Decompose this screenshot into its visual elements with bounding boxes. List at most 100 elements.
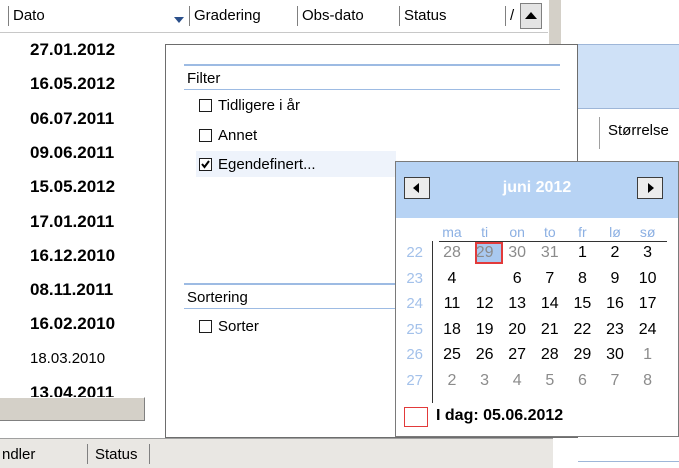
calendar-day[interactable]: 26 (472, 346, 498, 364)
next-month-button[interactable] (637, 177, 663, 199)
column-header-gradering[interactable]: Gradering (189, 6, 261, 26)
checkbox-checked[interactable] (199, 157, 212, 171)
calendar-day[interactable]: 10 (635, 270, 661, 288)
date-row[interactable]: 06.07.2011 (30, 108, 114, 130)
weekday-label: lø (609, 224, 621, 240)
column-header-dato[interactable]: Dato (8, 6, 45, 26)
calendar-day[interactable]: 22 (569, 321, 595, 339)
checkmark-icon (201, 159, 210, 169)
right-panel-divider (578, 108, 679, 109)
calendar-day[interactable]: 3 (635, 244, 661, 262)
calendar-day[interactable]: 20 (504, 321, 530, 339)
today-marker[interactable] (404, 407, 428, 427)
filter-option-tidligere[interactable]: Tidligere i år (199, 95, 300, 115)
date-row[interactable]: 16.12.2010 (30, 245, 115, 267)
checkbox[interactable] (199, 128, 212, 142)
chevron-right-icon (648, 183, 654, 193)
right-panel-blank (578, 0, 679, 44)
calendar-day[interactable]: 9 (602, 270, 628, 288)
checkbox[interactable] (199, 319, 212, 333)
sorting-title: Sortering (187, 289, 248, 306)
sorting-title-bottom-line (184, 308, 409, 309)
calendar-day[interactable]: 25 (439, 346, 465, 364)
sorting-option-label: Sorter (218, 317, 259, 335)
calendar-day[interactable]: 28 (439, 244, 465, 262)
calendar-day[interactable]: 27 (504, 346, 530, 364)
calendar-day[interactable]: 28 (537, 346, 563, 364)
horizontal-scroll-thumb[interactable] (0, 397, 145, 421)
calendar-day[interactable]: 4 (439, 270, 465, 288)
calendar-day[interactable]: 29 (472, 244, 498, 262)
calendar-day[interactable]: 19 (472, 321, 498, 339)
weekday-label: on (509, 224, 525, 240)
filter-option-annet[interactable]: Annet (199, 125, 257, 145)
calendar-day[interactable]: 1 (569, 244, 595, 262)
calendar-day[interactable]: 30 (602, 346, 628, 364)
calendar-day[interactable]: 15 (569, 295, 595, 313)
calendar-day[interactable]: 31 (537, 244, 563, 262)
calendar-day[interactable]: 6 (569, 372, 595, 390)
calendar-day[interactable]: 11 (439, 295, 465, 313)
calendar-day[interactable]: 14 (537, 295, 563, 313)
calendar-day[interactable]: 8 (569, 270, 595, 288)
week-number-divider (432, 241, 433, 403)
checkbox[interactable] (199, 98, 212, 112)
calendar-day[interactable]: 16 (602, 295, 628, 313)
right-panel-divider (578, 44, 679, 45)
calendar-day[interactable]: 12 (472, 295, 498, 313)
filter-option-label: Egendefinert... (218, 155, 316, 173)
filter-title-bottom-line (184, 89, 560, 90)
date-row[interactable]: 15.05.2012 (30, 176, 115, 198)
calendar-day[interactable]: 6 (504, 270, 530, 288)
calendar-day[interactable]: 24 (635, 321, 661, 339)
calendar-day[interactable]: 5 (537, 372, 563, 390)
date-row[interactable]: 27.01.2012 (30, 39, 115, 61)
calendar-day[interactable]: 8 (635, 372, 661, 390)
weekday-label: fr (578, 224, 587, 240)
calendar-day[interactable]: 5 (472, 270, 498, 288)
calendar-day[interactable]: 18 (439, 321, 465, 339)
week-number: 23 (406, 269, 423, 287)
week-number: 25 (406, 320, 423, 338)
today-label[interactable]: I dag: 05.06.2012 (436, 407, 563, 425)
sort-dropdown-icon[interactable] (171, 12, 187, 26)
grid-header: Dato Gradering Obs-dato Status / (0, 0, 553, 33)
column-divider (149, 444, 150, 464)
scroll-up-button[interactable] (520, 3, 542, 29)
weekday-label: sø (639, 224, 656, 240)
filter-option-egendefinert[interactable]: Egendefinert... (199, 154, 316, 174)
column-divider (87, 444, 88, 464)
weekday-label: ti (481, 224, 489, 240)
calendar-day[interactable]: 13 (504, 295, 530, 313)
date-row[interactable]: 17.01.2011 (30, 211, 114, 233)
calendar-day[interactable]: 7 (602, 372, 628, 390)
right-panel-band (578, 44, 679, 108)
calendar-day[interactable]: 3 (472, 372, 498, 390)
calendar-day[interactable]: 23 (602, 321, 628, 339)
calendar-day[interactable]: 29 (569, 346, 595, 364)
weekday-label: ma (442, 224, 462, 240)
column-header-status[interactable]: Status (399, 6, 447, 26)
column-header-handler[interactable]: ndler (2, 446, 35, 463)
sorting-option-sorter[interactable]: Sorter (199, 316, 259, 336)
weekday-underline (439, 241, 667, 242)
date-row[interactable]: 08.11.2011 (30, 279, 113, 301)
calendar-day[interactable]: 1 (635, 346, 661, 364)
date-row[interactable]: 16.02.2010 (30, 313, 115, 335)
column-header-status-bottom[interactable]: Status (95, 446, 138, 463)
calendar-month-label[interactable]: juni 2012 (396, 179, 678, 197)
calendar-day[interactable]: 4 (504, 372, 530, 390)
date-row[interactable]: 18.03.2010 (30, 348, 105, 370)
calendar-day[interactable]: 7 (537, 270, 563, 288)
week-number: 24 (406, 295, 423, 313)
calendar-day[interactable]: 17 (635, 295, 661, 313)
calendar-day[interactable]: 30 (504, 244, 530, 262)
filter-option-label: Annet (218, 126, 258, 144)
column-header-obs-dato[interactable]: Obs-dato (297, 6, 364, 26)
date-row[interactable]: 16.05.2012 (30, 73, 115, 95)
calendar-day[interactable]: 21 (537, 321, 563, 339)
date-row[interactable]: 09.06.2011 (30, 142, 114, 164)
calendar-day[interactable]: 2 (602, 244, 628, 262)
calendar-day[interactable]: 2 (439, 372, 465, 390)
size-column-label: Størrelse (608, 122, 669, 139)
